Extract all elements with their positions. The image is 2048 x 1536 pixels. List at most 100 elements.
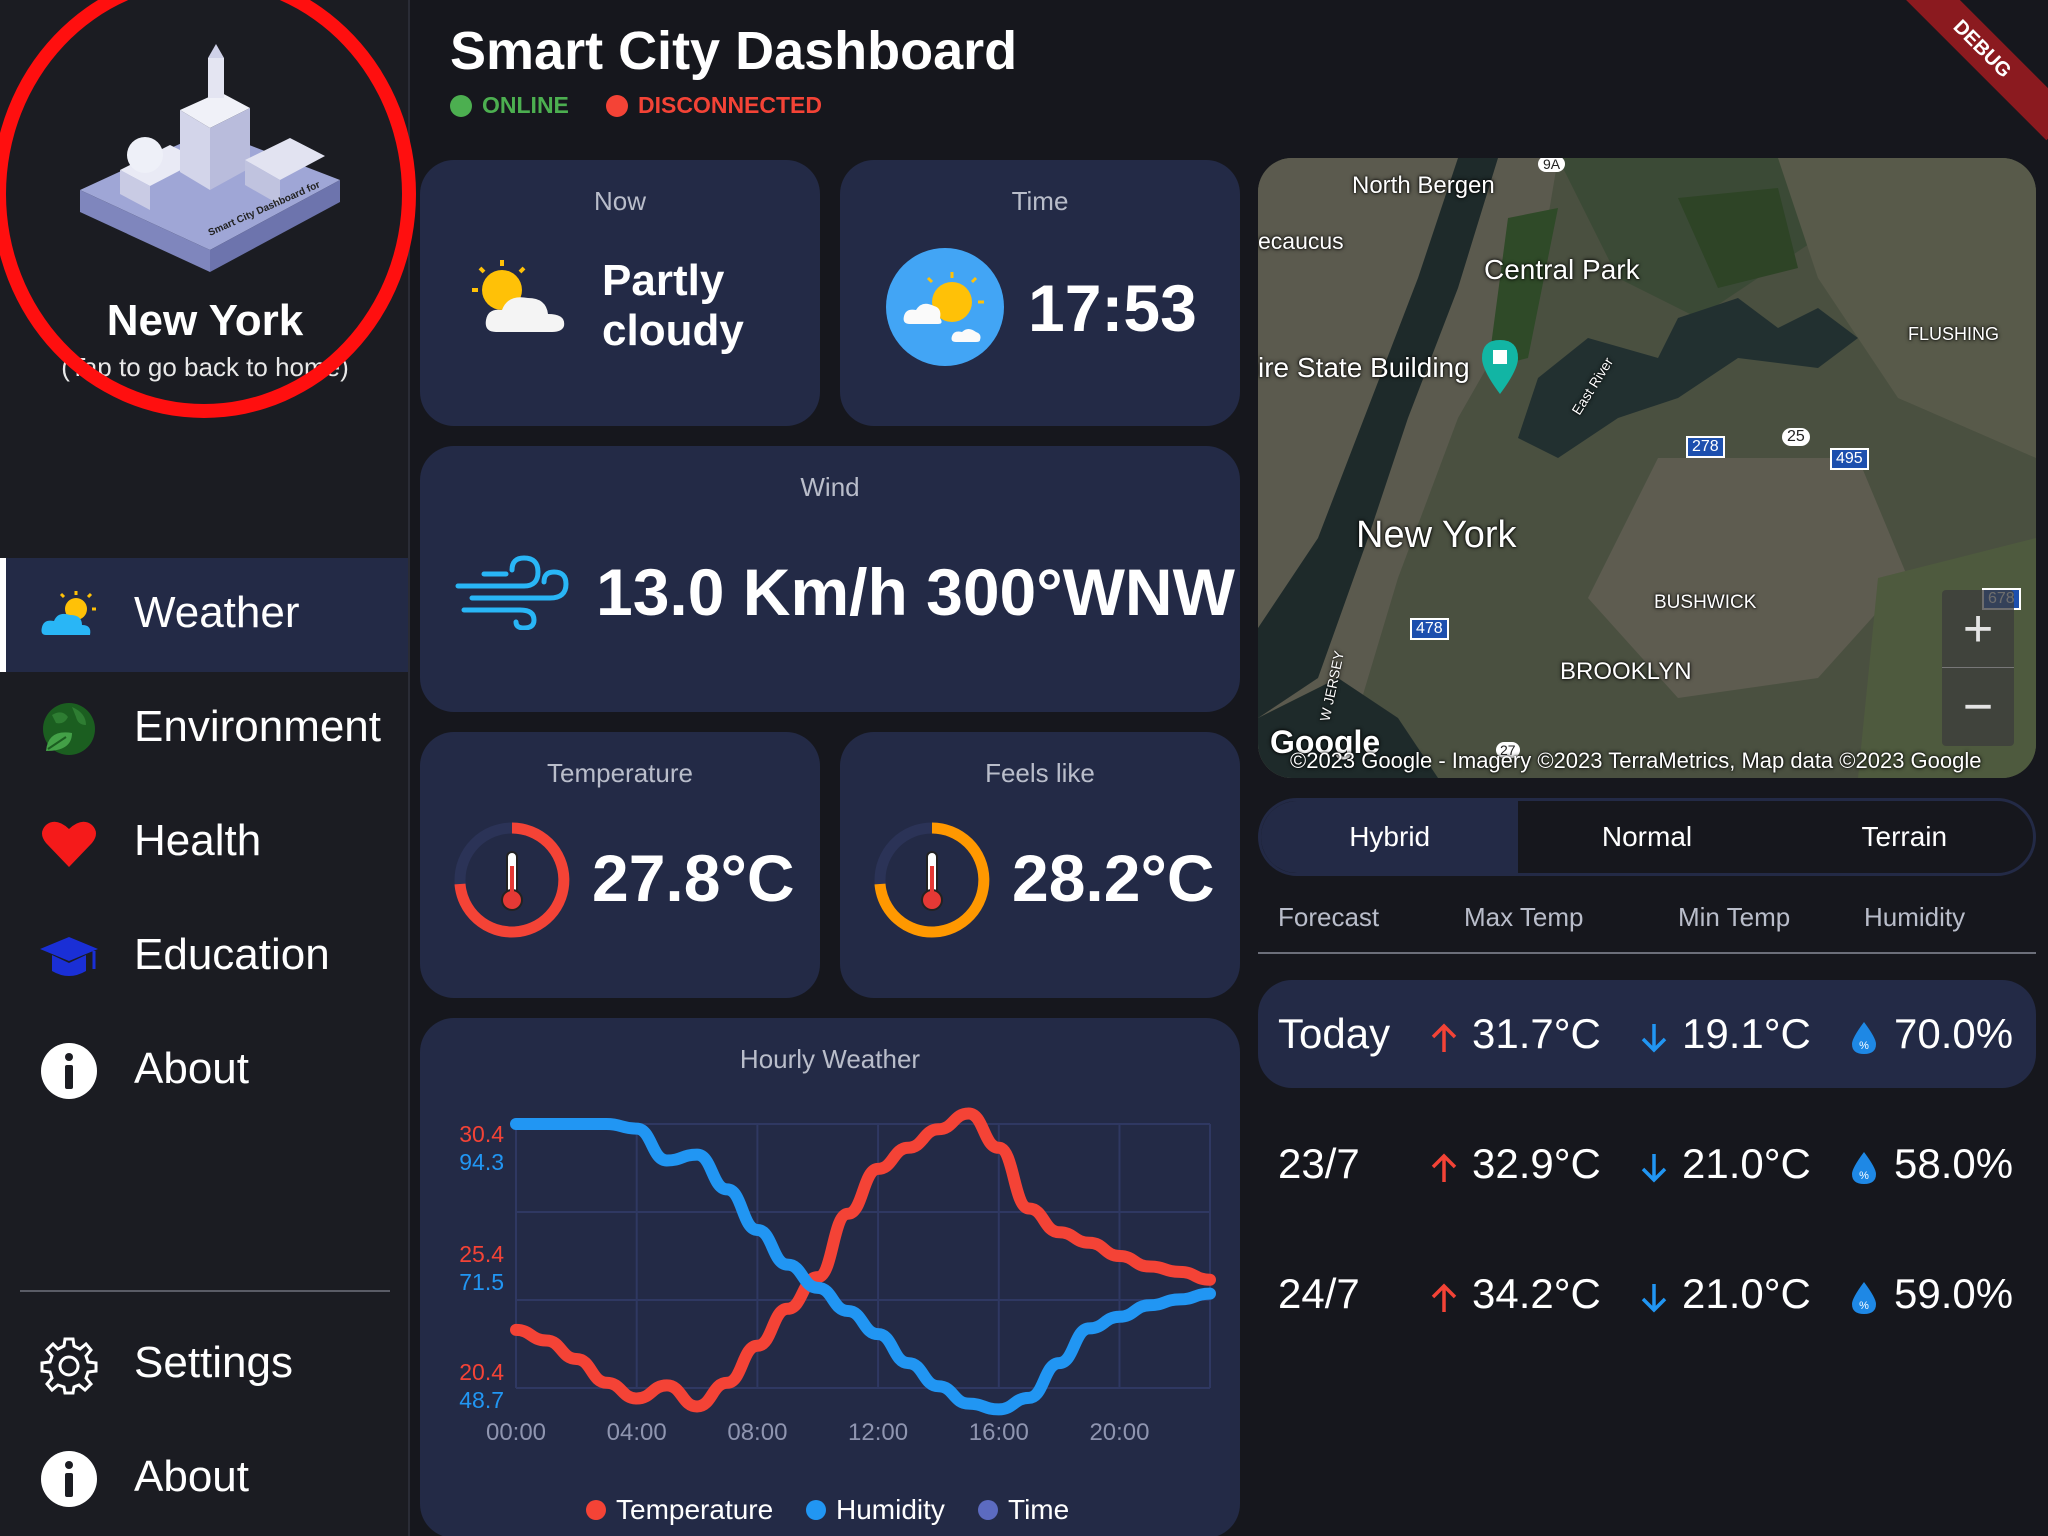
sidebar-item-label: Health bbox=[134, 816, 262, 865]
map-type-normal[interactable]: Normal bbox=[1518, 801, 1775, 873]
sidebar-item-about-bottom[interactable]: About bbox=[0, 1422, 408, 1536]
sidebar-item-label: About bbox=[134, 1044, 249, 1093]
arrow-up-icon bbox=[1431, 1283, 1457, 1312]
info-icon bbox=[41, 1043, 97, 1099]
hourly-weather-chart: 00:00 04:00 08:00 12:00 16:00 20:00 30.4 25.4 20… bbox=[459, 1107, 1216, 1446]
city-subtitle[interactable]: (Tap to go back to home) bbox=[0, 352, 410, 383]
map-label: Central Park bbox=[1484, 254, 1640, 285]
interstate-badge: 278 bbox=[1686, 436, 1725, 458]
y-tick-label: 25.4 bbox=[459, 1241, 504, 1267]
weather-icon bbox=[41, 591, 96, 635]
map-view[interactable]: North Bergen ecaucus Central Park ire St… bbox=[1258, 158, 2036, 778]
temperature-series-line bbox=[510, 1107, 1216, 1413]
temperature-card-title: Temperature bbox=[547, 758, 693, 788]
arrow-up-icon bbox=[1431, 1153, 1457, 1182]
forecast-header: Max Temp bbox=[1464, 902, 1584, 932]
forecast-humidity: 70.0% bbox=[1894, 1010, 2014, 1057]
map-type-terrain[interactable]: Terrain bbox=[1776, 801, 2033, 873]
legend-dot-time-icon bbox=[978, 1500, 998, 1520]
sidebar-item-label: Weather bbox=[134, 588, 300, 637]
sidebar-item-label: Education bbox=[134, 930, 330, 979]
x-tick-label: 12:00 bbox=[848, 1419, 908, 1446]
arrow-down-icon bbox=[1641, 1154, 1667, 1183]
wind-card-title: Wind bbox=[800, 472, 860, 502]
humidity-drop-icon: % bbox=[1852, 1022, 1876, 1054]
time-card: Time 17:53 bbox=[840, 160, 1240, 426]
legend-temperature: Temperature bbox=[586, 1494, 773, 1526]
time-value: 17:53 bbox=[1028, 271, 1197, 345]
time-card-title: Time bbox=[1011, 186, 1069, 216]
x-tick-label: 00:00 bbox=[486, 1419, 546, 1446]
route-badge: 9A bbox=[1538, 158, 1566, 172]
online-dot-icon bbox=[450, 94, 472, 117]
forecast-max: 31.7°C bbox=[1472, 1010, 1601, 1057]
forecast-day: 24/7 bbox=[1278, 1270, 1360, 1317]
map-type-hybrid[interactable]: Hybrid bbox=[1261, 801, 1519, 873]
city-logo[interactable]: Smart City Dashboard for bbox=[60, 40, 350, 280]
zoom-out-button[interactable]: − bbox=[1942, 668, 2014, 746]
sidebar: Smart City Dashboard for New York (Tap t… bbox=[0, 0, 416, 1536]
forecast-day: 23/7 bbox=[1278, 1140, 1360, 1187]
arrow-down-icon bbox=[1641, 1024, 1667, 1053]
legend-label: Time bbox=[1008, 1494, 1070, 1525]
legend-humidity: Humidity bbox=[806, 1494, 945, 1526]
x-tick-label: 16:00 bbox=[969, 1419, 1029, 1446]
graduation-cap-icon bbox=[40, 937, 98, 976]
hourly-weather-card: Hourly Weather 00:00 04:00 08:00 12:00 16:00… bbox=[420, 1018, 1240, 1536]
status-online-label: ONLINE bbox=[482, 92, 569, 118]
city-illustration-icon: Smart City Dashboard for bbox=[80, 44, 340, 272]
arrow-up-icon bbox=[1431, 1023, 1457, 1052]
sidebar-item-education[interactable]: Education bbox=[0, 900, 408, 1014]
feels-like-value: 28.2°C bbox=[1012, 841, 1215, 915]
forecast-min: 21.0°C bbox=[1682, 1140, 1811, 1187]
sidebar-item-about[interactable]: About bbox=[0, 1014, 408, 1128]
svg-text:%: % bbox=[1859, 1040, 1869, 1052]
humidity-drop-icon: % bbox=[1852, 1152, 1876, 1184]
now-condition: Partly cloudy bbox=[602, 256, 744, 355]
forecast-row: 23/7 32.9°C 21.0°C % 58.0% bbox=[1258, 1110, 2036, 1218]
map-pin-icon[interactable] bbox=[1478, 336, 1522, 396]
y-tick-label: 30.4 bbox=[459, 1121, 504, 1147]
map-label: North Bergen bbox=[1352, 172, 1495, 199]
map-label: BROOKLYN bbox=[1560, 658, 1692, 685]
forecast-min: 19.1°C bbox=[1682, 1010, 1811, 1057]
map-label: ecaucus bbox=[1258, 228, 1344, 254]
forecast-row: Today 31.7°C 19.1°C % 70.0% bbox=[1258, 980, 2036, 1088]
temperature-card: Temperature 27.8°C bbox=[420, 732, 820, 998]
x-tick-label: 04:00 bbox=[607, 1419, 667, 1446]
map-label: ire State Building bbox=[1258, 352, 1470, 383]
wind-icon bbox=[455, 555, 569, 630]
forecast-divider bbox=[1258, 952, 2036, 954]
heart-icon bbox=[42, 821, 96, 867]
x-tick-label: 08:00 bbox=[727, 1419, 787, 1446]
forecast-humidity: 59.0% bbox=[1894, 1270, 2014, 1317]
humidity-drop-icon: % bbox=[1852, 1282, 1876, 1314]
debug-banner: DEBUG bbox=[1890, 0, 2048, 141]
disconnected-dot-icon bbox=[606, 94, 628, 117]
forecast-header: Min Temp bbox=[1678, 902, 1791, 932]
zoom-in-button[interactable]: + bbox=[1942, 590, 2014, 668]
svg-text:%: % bbox=[1859, 1300, 1869, 1312]
feels-like-card: Feels like 28.2°C bbox=[840, 732, 1240, 998]
globe-leaf-icon bbox=[43, 703, 95, 755]
map-label: BUSHWICK bbox=[1654, 592, 1757, 613]
y-tick-label: 20.4 bbox=[459, 1359, 504, 1385]
feels-like-gauge-icon bbox=[874, 822, 990, 938]
sidebar-item-label: About bbox=[134, 1452, 249, 1501]
city-name[interactable]: New York bbox=[0, 296, 410, 346]
sidebar-item-environment[interactable]: Environment bbox=[0, 672, 408, 786]
sidebar-divider bbox=[20, 1290, 390, 1292]
legend-label: Humidity bbox=[836, 1494, 945, 1525]
forecast-max: 34.2°C bbox=[1472, 1270, 1601, 1317]
y-tick-label: 94.3 bbox=[459, 1149, 504, 1175]
sidebar-item-label: Settings bbox=[134, 1338, 293, 1387]
sidebar-item-health[interactable]: Health bbox=[0, 786, 408, 900]
forecast-day: Today bbox=[1278, 1010, 1391, 1057]
svg-text:%: % bbox=[1859, 1170, 1869, 1182]
sidebar-item-settings[interactable]: Settings bbox=[0, 1308, 408, 1422]
sidebar-item-label: Environment bbox=[134, 702, 382, 751]
status-disconnected-label: DISCONNECTED bbox=[638, 92, 823, 118]
interstate-badge: 478 bbox=[1410, 618, 1449, 640]
sidebar-item-weather[interactable]: Weather bbox=[0, 558, 408, 672]
arrow-down-icon bbox=[1641, 1284, 1667, 1313]
